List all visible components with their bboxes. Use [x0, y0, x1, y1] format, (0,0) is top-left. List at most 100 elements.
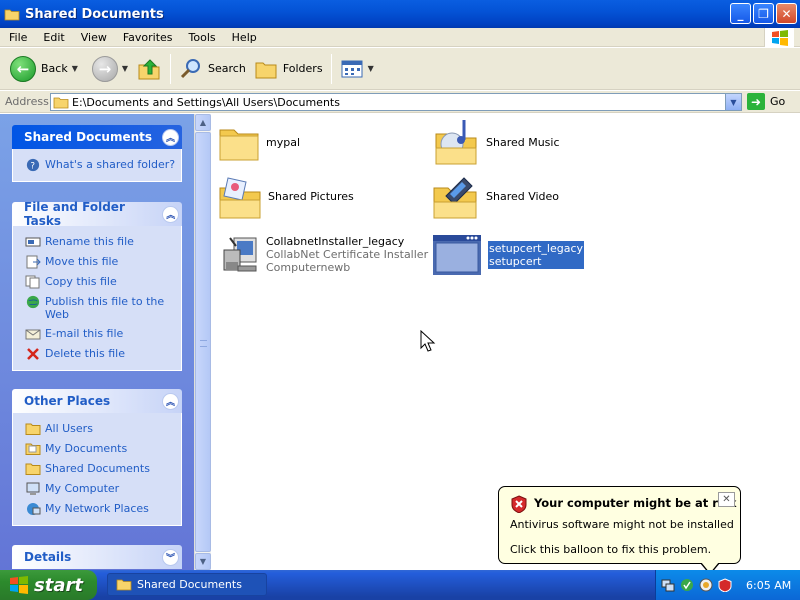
task-pane: Shared Documents ︽ ? What's a shared fol… — [0, 114, 194, 570]
taskbar: start Shared Documents 6:05 AM — [0, 570, 800, 600]
file-name-line: setupcert_legacy — [489, 242, 584, 255]
forward-arrow-icon: → — [91, 55, 118, 82]
copy-icon — [25, 275, 40, 289]
copy-file-text: Copy this file — [45, 275, 117, 288]
collapse-icon[interactable]: ︽ — [162, 392, 179, 410]
balloon-title: Your computer might be at risk — [534, 496, 737, 510]
forward-dropdown-icon[interactable]: ▼ — [122, 64, 128, 73]
email-file-link[interactable]: E-mail this file — [13, 324, 181, 344]
forward-button[interactable]: → ▼ — [88, 51, 132, 87]
file-item-shared-video[interactable]: Shared Video — [432, 172, 559, 220]
update-tray-icon[interactable] — [680, 578, 694, 592]
menu-edit[interactable]: Edit — [34, 31, 71, 44]
views-dropdown-icon[interactable]: ▼ — [368, 64, 374, 73]
security-balloon[interactable]: Your computer might be at risk ✕ Antivir… — [498, 486, 741, 564]
address-dropdown-icon[interactable]: ▼ — [725, 94, 741, 110]
menu-help[interactable]: Help — [223, 31, 264, 44]
address-bar: Address E:\Documents and Settings\All Us… — [0, 91, 800, 113]
taskbar-window-button[interactable]: Shared Documents — [107, 573, 267, 596]
title-bar[interactable]: Shared Documents _ ❐ ✕ — [0, 0, 800, 28]
back-button[interactable]: ← Back ▼ — [6, 51, 82, 87]
mouse-pointer-icon — [420, 330, 436, 352]
views-icon — [341, 60, 363, 77]
move-icon — [26, 255, 41, 269]
collapse-icon[interactable]: ︽ — [162, 205, 179, 223]
close-button[interactable]: ✕ — [776, 3, 797, 24]
file-item-shared-music[interactable]: Shared Music — [434, 118, 560, 166]
email-icon — [25, 329, 41, 340]
network-tray-icon[interactable] — [661, 578, 675, 592]
up-button[interactable] — [132, 51, 166, 87]
clock[interactable]: 6:05 AM — [746, 579, 791, 592]
shared-documents-link[interactable]: Shared Documents — [13, 459, 181, 479]
folders-label: Folders — [282, 62, 323, 75]
other-places-header[interactable]: Other Places ︽ — [12, 389, 182, 413]
details-title: Details — [24, 550, 72, 564]
menu-view[interactable]: View — [72, 31, 114, 44]
minimize-button[interactable]: _ — [730, 3, 751, 24]
computer-icon — [26, 482, 40, 495]
address-input[interactable]: E:\Documents and Settings\All Users\Docu… — [50, 93, 742, 111]
my-documents-icon — [25, 443, 41, 455]
file-item-shared-pictures[interactable]: Shared Pictures — [218, 172, 354, 220]
web-globe-icon — [26, 295, 40, 309]
file-folder-tasks-header[interactable]: File and Folder Tasks ︽ — [12, 200, 182, 228]
shared-documents-text: Shared Documents — [45, 462, 150, 475]
my-documents-link[interactable]: My Documents — [13, 439, 181, 459]
folder-icon — [4, 9, 20, 21]
address-label: Address — [5, 95, 49, 108]
file-folder-tasks-box: File and Folder Tasks ︽ Rename this file… — [12, 200, 182, 371]
rename-file-link[interactable]: Rename this file — [13, 232, 181, 252]
go-button[interactable]: ➜ Go — [747, 93, 785, 110]
publish-file-text: Publish this file to the Web — [45, 295, 165, 321]
balloon-close-button[interactable]: ✕ — [718, 492, 735, 507]
shared-documents-header[interactable]: Shared Documents ︽ — [12, 125, 182, 149]
my-documents-text: My Documents — [45, 442, 128, 455]
scroll-thumb[interactable] — [195, 132, 211, 552]
copy-file-link[interactable]: Copy this file — [13, 272, 181, 292]
expand-icon[interactable]: ︾ — [162, 548, 179, 566]
search-label: Search — [208, 62, 246, 75]
email-file-text: E-mail this file — [45, 327, 124, 340]
scroll-down-button[interactable]: ▼ — [195, 553, 211, 570]
start-button[interactable]: start — [0, 570, 97, 600]
delete-file-link[interactable]: Delete this file — [13, 344, 181, 364]
other-places-title: Other Places — [24, 394, 111, 408]
messenger-tray-icon[interactable] — [699, 578, 713, 592]
file-item-mypal[interactable]: mypal — [218, 122, 300, 162]
my-computer-text: My Computer — [45, 482, 120, 495]
menu-favorites[interactable]: Favorites — [114, 31, 180, 44]
shared-documents-title: Shared Documents — [24, 130, 153, 144]
file-item-setupcert[interactable]: setupcert_legacy setupcert — [432, 234, 585, 276]
whats-shared-folder-link[interactable]: ? What's a shared folder? — [13, 155, 181, 175]
folders-button[interactable]: Folders — [250, 51, 327, 87]
publish-file-link[interactable]: Publish this file to the Web — [13, 292, 181, 324]
network-icon — [27, 503, 41, 515]
search-button[interactable]: Search — [175, 51, 250, 87]
security-shield-icon — [511, 495, 527, 513]
scroll-up-button[interactable]: ▲ — [195, 114, 211, 131]
file-item-collabnetinstaller[interactable]: CollabnetInstaller_legacy CollabNet Cert… — [220, 232, 428, 276]
security-alert-tray-icon[interactable] — [718, 578, 732, 592]
move-file-link[interactable]: Move this file — [13, 252, 181, 272]
installer-icon — [223, 237, 257, 272]
back-dropdown-icon[interactable]: ▼ — [72, 64, 78, 73]
my-network-places-link[interactable]: My Network Places — [13, 499, 181, 519]
menu-tools[interactable]: Tools — [180, 31, 223, 44]
all-users-link[interactable]: All Users — [13, 419, 181, 439]
all-users-text: All Users — [45, 422, 93, 435]
music-folder-icon — [435, 120, 477, 165]
file-description: CollabNet Certificate Installer — [266, 247, 429, 261]
balloon-message: Antivirus software might not be installe… — [510, 518, 734, 531]
collapse-icon[interactable]: ︽ — [162, 128, 179, 146]
my-computer-link[interactable]: My Computer — [13, 479, 181, 499]
folder-icon — [219, 129, 259, 161]
folder-icon — [53, 97, 69, 108]
views-button[interactable]: ▼ — [336, 51, 378, 87]
vertical-scrollbar[interactable]: ▲ ▼ — [194, 114, 211, 570]
help-icon: ? — [26, 158, 40, 172]
window-title: Shared Documents — [25, 6, 164, 22]
restore-button[interactable]: ❐ — [753, 3, 774, 24]
details-header[interactable]: Details ︾ — [12, 545, 182, 569]
menu-file[interactable]: File — [0, 31, 34, 44]
